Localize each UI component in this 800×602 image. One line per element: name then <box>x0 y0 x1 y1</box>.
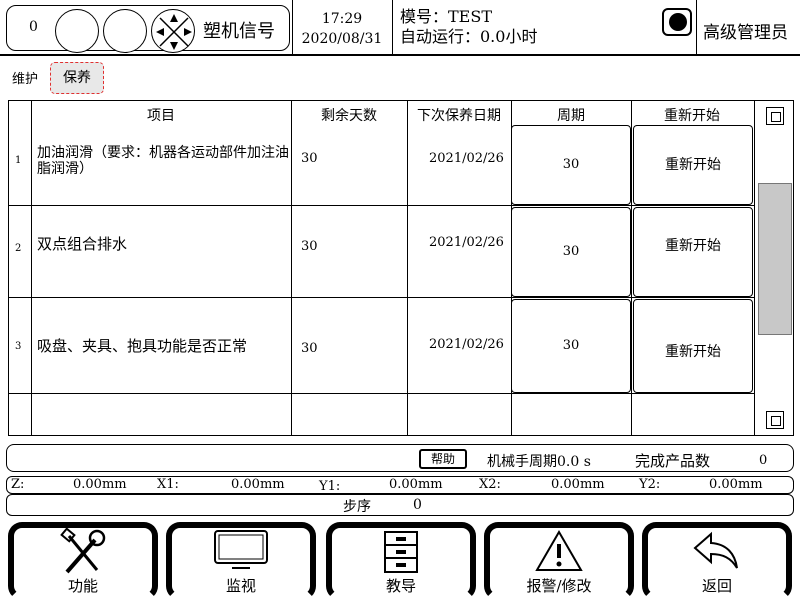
counter-value: 0 <box>29 19 38 35</box>
cycle-input[interactable]: 30 <box>511 299 631 393</box>
restart-button[interactable]: 重新开始 <box>633 125 753 205</box>
scroll-up-button[interactable] <box>766 107 784 125</box>
teach-button[interactable]: 教导 <box>326 522 476 600</box>
signal-indicator-1 <box>55 9 99 53</box>
header-bar: 0 塑机信号 17:29 2020/08/31 模号：TEST 自动运行：0.0… <box>0 0 800 56</box>
row-item: 加油润滑（要求：机器各运动部件加注油脂润滑） <box>37 145 289 177</box>
header-item: 项目 <box>147 108 175 124</box>
alarm-label: 报警/修改 <box>526 577 592 595</box>
y2-value: 0.00mm <box>709 477 763 492</box>
monitor-icon <box>214 530 268 569</box>
x2-value: 0.00mm <box>551 477 605 492</box>
scroll-down-button[interactable] <box>766 411 784 429</box>
z-label: Z: <box>11 477 25 492</box>
header-restart: 重新开始 <box>664 108 720 124</box>
row-days: 30 <box>301 239 318 254</box>
products-value: 0 <box>759 453 768 468</box>
scrollbar[interactable] <box>754 101 794 435</box>
section-label: 维护 <box>12 72 39 87</box>
stop-icon <box>669 13 687 31</box>
header-cycle: 周期 <box>557 108 585 124</box>
back-arrow-icon <box>693 531 738 569</box>
products-label: 完成产品数 <box>635 452 711 470</box>
row-next-date: 2021/02/26 <box>429 151 504 166</box>
restart-button[interactable]: 重新开始 <box>633 207 753 297</box>
cycle-input[interactable]: 30 <box>511 125 631 205</box>
step-value: 0 <box>413 497 422 513</box>
y1-value: 0.00mm <box>389 477 443 492</box>
mold-open-close-icon <box>151 9 195 53</box>
coordinate-bar: Z: 0.00mm X1: 0.00mm Y1: 0.00mm X2: 0.00… <box>6 476 794 494</box>
auto-run-label: 自动运行：0.0小时 <box>400 27 538 46</box>
info-bar: 帮助 机械手周期0.0 s 完成产品数 0 <box>6 444 794 472</box>
user-role[interactable]: 高级管理员 <box>703 18 788 43</box>
row-index: 1 <box>15 155 22 166</box>
step-bar: 步序 0 <box>6 494 794 516</box>
row-item: 吸盘、夹具、抱具功能是否正常 <box>37 337 248 355</box>
header-next-date: 下次保养日期 <box>417 108 501 124</box>
divider <box>292 0 293 56</box>
monitor-button[interactable]: 监视 <box>166 522 316 600</box>
back-button[interactable]: 返回 <box>642 522 792 600</box>
teach-label: 教导 <box>385 577 416 595</box>
help-button[interactable]: 帮助 <box>419 449 467 469</box>
row-item: 双点组合排水 <box>37 235 128 253</box>
function-label: 功能 <box>67 577 98 595</box>
x2-label: X2: <box>479 477 501 492</box>
clock: 17:29 2020/08/31 <box>296 9 388 49</box>
mold-info: 模号：TEST 自动运行：0.0小时 <box>400 7 537 47</box>
back-label: 返回 <box>701 577 732 595</box>
z-value: 0.00mm <box>73 477 127 492</box>
row-days: 30 <box>301 341 318 356</box>
tools-icon <box>60 528 106 574</box>
cycle-input[interactable]: 30 <box>511 207 631 297</box>
function-button[interactable]: 功能 <box>8 522 158 600</box>
robot-cycle-label: 机械手周期0.0 s <box>487 454 591 470</box>
x1-value: 0.00mm <box>231 477 285 492</box>
step-label: 步序 <box>343 499 371 515</box>
divider <box>392 0 393 56</box>
warning-icon <box>535 530 583 571</box>
time-text: 17:29 <box>321 11 363 27</box>
date-text: 2020/08/31 <box>301 31 383 47</box>
signal-indicator-2 <box>103 9 147 53</box>
alarm-button[interactable]: 报警/修改 <box>484 522 634 600</box>
row-index: 2 <box>15 243 22 254</box>
row-days: 30 <box>301 151 318 166</box>
row-next-date: 2021/02/26 <box>429 235 504 250</box>
y2-label: Y2: <box>639 477 661 492</box>
cabinet-icon <box>384 531 418 573</box>
row-index: 3 <box>15 341 22 352</box>
divider <box>696 0 697 56</box>
restart-button[interactable]: 重新开始 <box>633 299 753 393</box>
scroll-thumb[interactable] <box>758 183 792 335</box>
maintenance-table: 项目 剩余天数 下次保养日期 周期 重新开始 1 加油润滑（要求：机器各运动部件… <box>8 100 794 436</box>
signal-label: 塑机信号 <box>203 21 275 42</box>
mold-label: 模号：TEST <box>400 7 492 26</box>
row-next-date: 2021/02/26 <box>429 337 504 352</box>
stop-button[interactable] <box>662 8 692 36</box>
monitor-label: 监视 <box>225 577 256 595</box>
header-days-left: 剩余天数 <box>321 108 377 124</box>
y1-label: Y1: <box>319 479 341 494</box>
tab-maintenance[interactable]: 保养 <box>50 62 104 94</box>
signal-panel[interactable]: 0 塑机信号 <box>6 5 290 53</box>
x1-label: X1: <box>157 477 179 492</box>
